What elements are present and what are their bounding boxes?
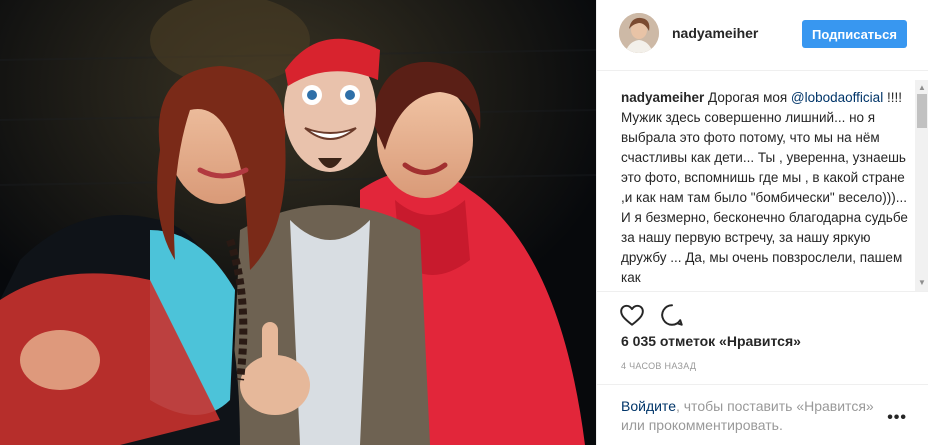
caption-username[interactable]: nadyameiher: [621, 90, 704, 105]
login-footer: Войдите, чтобы поставить «Нравится» или …: [597, 384, 928, 445]
avatar[interactable]: [619, 13, 659, 53]
post-actions: [597, 291, 928, 333]
avatar-image: [619, 13, 659, 53]
post-photo[interactable]: [0, 0, 596, 445]
follow-button[interactable]: Подписаться: [801, 20, 907, 48]
post-side-panel: nadyameiher Подписаться nadyameiher Доро…: [596, 0, 928, 445]
comment-icon[interactable]: [659, 302, 685, 328]
instagram-post: nadyameiher Подписаться nadyameiher Доро…: [0, 0, 928, 445]
post-timestamp[interactable]: 4 ЧАСОВ НАЗАД: [621, 361, 696, 371]
comments-area[interactable]: nadyameiher Дорогая моя @lobodaofficial …: [597, 80, 928, 291]
caption-text-after: !!!! Мужик здесь совершенно лишний... но…: [621, 90, 908, 285]
scroll-up-icon[interactable]: ▲: [918, 83, 926, 93]
caption: nadyameiher Дорогая моя @lobodaofficial …: [621, 88, 911, 288]
more-options-icon[interactable]: •••: [887, 409, 907, 427]
scrollbar-thumb[interactable]: [917, 94, 927, 128]
post-header: nadyameiher Подписаться: [597, 0, 928, 71]
caption-mention-link[interactable]: @lobodaofficial: [791, 90, 883, 105]
heart-icon[interactable]: [619, 302, 645, 328]
caption-text-before: Дорогая моя: [704, 90, 791, 105]
scroll-down-icon[interactable]: ▼: [918, 278, 926, 288]
comments-scrollbar[interactable]: ▲ ▼: [915, 80, 928, 291]
login-link[interactable]: Войдите: [621, 398, 676, 414]
login-prompt: Войдите, чтобы поставить «Нравится» или …: [621, 397, 881, 435]
likes-count[interactable]: 6 035 отметок «Нравится»: [621, 333, 801, 349]
header-username[interactable]: nadyameiher: [672, 25, 758, 41]
photo-illustration: [0, 0, 596, 445]
